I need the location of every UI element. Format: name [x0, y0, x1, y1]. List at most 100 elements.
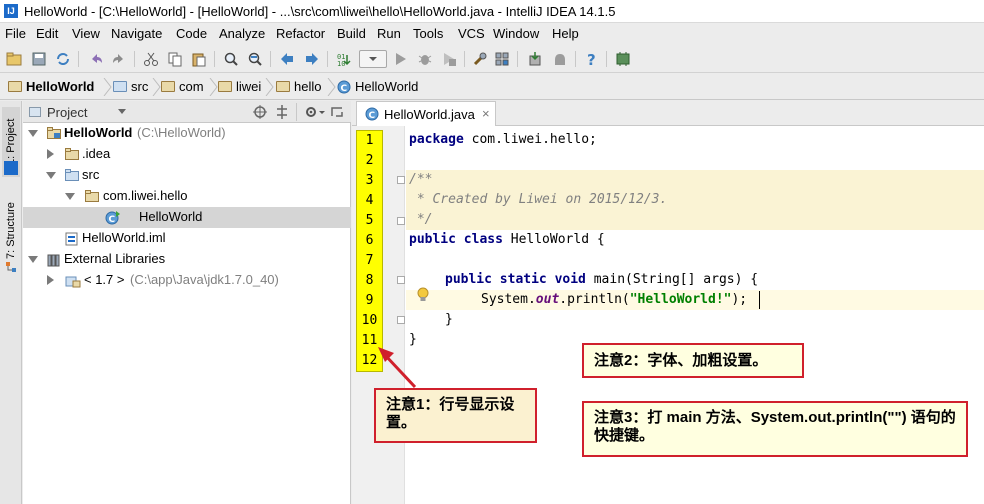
svg-text:C: C — [369, 111, 376, 121]
forward-icon[interactable] — [304, 51, 320, 67]
paste-icon[interactable] — [191, 51, 207, 67]
project-structure-icon[interactable] — [494, 51, 510, 67]
breadcrumb-helloworld-class[interactable]: C HelloWorld — [337, 79, 418, 94]
sdk-icon[interactable] — [527, 51, 543, 67]
open-icon[interactable] — [6, 51, 22, 67]
scroll-from-source-icon[interactable] — [252, 104, 268, 120]
line-number: 7 — [365, 253, 374, 268]
main-toolbar: 01 10 ? — [0, 45, 984, 73]
line-number: 10 — [361, 313, 378, 328]
tab-label: HelloWorld.java — [384, 107, 475, 122]
project-view-icon — [29, 107, 41, 117]
redo-icon[interactable] — [111, 51, 127, 67]
tree-node-jdk[interactable]: < 1.7 > (C:\app\Java\jdk1.7.0_40) — [23, 270, 351, 291]
sync-icon[interactable] — [55, 51, 71, 67]
menu-edit[interactable]: Edit — [36, 26, 58, 41]
coverage-icon[interactable] — [441, 51, 457, 67]
tree-node-idea[interactable]: .idea — [23, 144, 351, 165]
editor-tab-bar: C HelloWorld.java × — [352, 101, 984, 126]
tool-window-strip: 1: Project 7: Structure — [0, 101, 22, 504]
code-line-5[interactable]: */ — [409, 210, 433, 230]
settings-icon[interactable] — [472, 51, 488, 67]
lightbulb-icon[interactable] — [416, 287, 430, 303]
code-line-1[interactable]: package com.liwei.hello; — [409, 130, 597, 150]
replace-icon[interactable] — [247, 51, 263, 67]
project-folder-icon — [47, 127, 61, 139]
close-icon[interactable]: × — [482, 106, 490, 121]
breadcrumb-src[interactable]: src — [113, 79, 148, 94]
menu-run[interactable]: Run — [377, 26, 401, 41]
expand-arrow-icon[interactable] — [65, 193, 75, 200]
breadcrumb-com[interactable]: com — [161, 79, 204, 94]
code-line-3[interactable]: /** — [409, 170, 432, 190]
gear-icon[interactable] — [304, 104, 326, 120]
cut-icon[interactable] — [143, 51, 159, 67]
menu-analyze[interactable]: Analyze — [219, 26, 265, 41]
breadcrumb-hello[interactable]: hello — [276, 79, 321, 94]
code-line-8[interactable]: public static void main(String[] args) { — [445, 270, 758, 290]
tab-helloworld-java[interactable]: C HelloWorld.java × — [356, 101, 496, 126]
tree-node-iml[interactable]: HelloWorld.iml — [23, 228, 351, 249]
collapse-all-icon[interactable] — [274, 104, 290, 120]
callout-line-numbers: 注意1：行号显示设置。 — [374, 388, 537, 443]
project-folder-icon — [8, 81, 22, 92]
breadcrumb-liwei[interactable]: liwei — [218, 79, 261, 94]
line-number: 9 — [365, 293, 374, 308]
save-icon[interactable] — [31, 51, 47, 67]
expand-arrow-icon[interactable] — [46, 172, 56, 179]
annotation-arrow — [378, 347, 417, 389]
code-line-4[interactable]: * Created by Liwei on 2015/12/3. — [409, 190, 667, 210]
undo-icon[interactable] — [88, 51, 104, 67]
menu-navigate[interactable]: Navigate — [111, 26, 162, 41]
plugin-icon[interactable] — [615, 51, 631, 67]
svg-text:C: C — [341, 84, 348, 94]
breadcrumb: HelloWorld src com liwei hello C HelloWor… — [0, 74, 984, 100]
back-icon[interactable] — [279, 51, 295, 67]
tab-structure[interactable]: 7: Structure — [2, 191, 20, 271]
breadcrumb-separator-icon — [151, 78, 161, 96]
expand-arrow-icon[interactable] — [47, 275, 54, 285]
tree-node-helloworld-class[interactable]: C HelloWorld — [23, 207, 351, 228]
code-line-6[interactable]: public class HelloWorld { — [409, 230, 605, 250]
tree-node-project-root[interactable]: HelloWorld (C:\HelloWorld) — [23, 123, 351, 144]
breadcrumb-helloworld[interactable]: HelloWorld — [8, 79, 94, 94]
debug-icon[interactable] — [417, 51, 433, 67]
make-icon[interactable]: 01 10 — [336, 51, 352, 67]
code-line-10[interactable]: } — [445, 310, 453, 330]
fold-marker-icon[interactable] — [397, 276, 405, 284]
line-number: 5 — [365, 213, 374, 228]
title-bar: IJ HelloWorld - [C:\HelloWorld] - [Hello… — [0, 0, 984, 23]
package-icon — [85, 190, 99, 202]
menu-file[interactable]: File — [5, 26, 26, 41]
fold-marker-icon[interactable] — [397, 176, 405, 184]
line-number: 6 — [365, 233, 374, 248]
menu-view[interactable]: View — [72, 26, 100, 41]
menu-code[interactable]: Code — [176, 26, 207, 41]
android-icon[interactable] — [552, 51, 568, 67]
run-icon[interactable] — [393, 51, 409, 67]
fold-marker-icon[interactable] — [397, 316, 405, 324]
tree-node-src[interactable]: src — [23, 165, 351, 186]
fold-marker-icon[interactable] — [397, 217, 405, 225]
menu-build[interactable]: Build — [337, 26, 366, 41]
header-divider — [296, 103, 297, 121]
expand-arrow-icon[interactable] — [28, 256, 38, 263]
find-icon[interactable] — [223, 51, 239, 67]
project-view-dropdown[interactable]: Project — [29, 104, 129, 120]
hide-panel-icon[interactable] — [329, 104, 345, 120]
help-icon[interactable]: ? — [584, 51, 600, 67]
menu-vcs[interactable]: VCS — [458, 26, 485, 41]
tree-node-package[interactable]: com.liwei.hello — [23, 186, 351, 207]
menu-help[interactable]: Help — [552, 26, 579, 41]
tree-node-external-libraries[interactable]: External Libraries — [23, 249, 351, 270]
expand-arrow-icon[interactable] — [47, 149, 54, 159]
menu-refactor[interactable]: Refactor — [276, 26, 325, 41]
copy-icon[interactable] — [167, 51, 183, 67]
run-config-dropdown[interactable] — [359, 50, 387, 68]
project-tool-icon — [4, 161, 18, 175]
menu-tools[interactable]: Tools — [413, 26, 443, 41]
package-icon — [218, 81, 232, 92]
expand-arrow-icon[interactable] — [28, 130, 38, 137]
menu-window[interactable]: Window — [493, 26, 539, 41]
code-line-9[interactable]: System.out.println("HelloWorld!"); — [481, 290, 747, 310]
